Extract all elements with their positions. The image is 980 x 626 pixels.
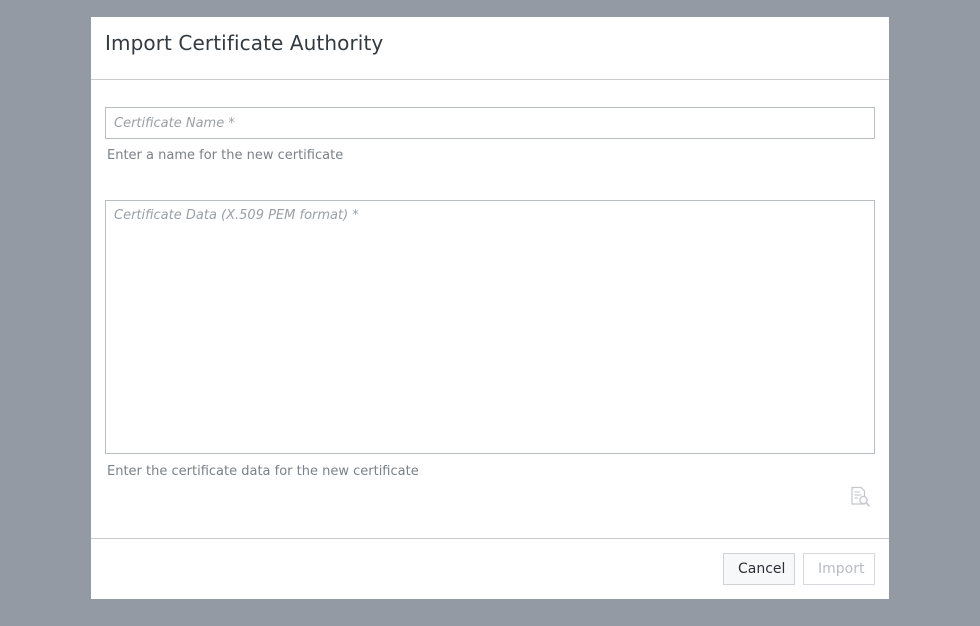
import-button[interactable]: Import xyxy=(803,553,875,585)
certificate-name-help: Enter a name for the new certificate xyxy=(107,148,344,163)
dialog-body: Enter a name for the new certificate Ent… xyxy=(91,80,889,538)
dialog-header: Import Certificate Authority xyxy=(91,17,889,80)
cancel-button[interactable]: Cancel xyxy=(723,553,795,585)
certificate-name-input[interactable] xyxy=(105,107,875,139)
certificate-data-help: Enter the certificate data for the new c… xyxy=(107,464,419,479)
dialog-title: Import Certificate Authority xyxy=(105,31,384,55)
certificate-data-textarea[interactable] xyxy=(105,200,875,454)
file-search-icon[interactable] xyxy=(849,486,871,508)
dialog-footer: Cancel Import xyxy=(91,538,889,599)
import-certificate-dialog: Import Certificate Authority Enter a nam… xyxy=(91,17,889,599)
